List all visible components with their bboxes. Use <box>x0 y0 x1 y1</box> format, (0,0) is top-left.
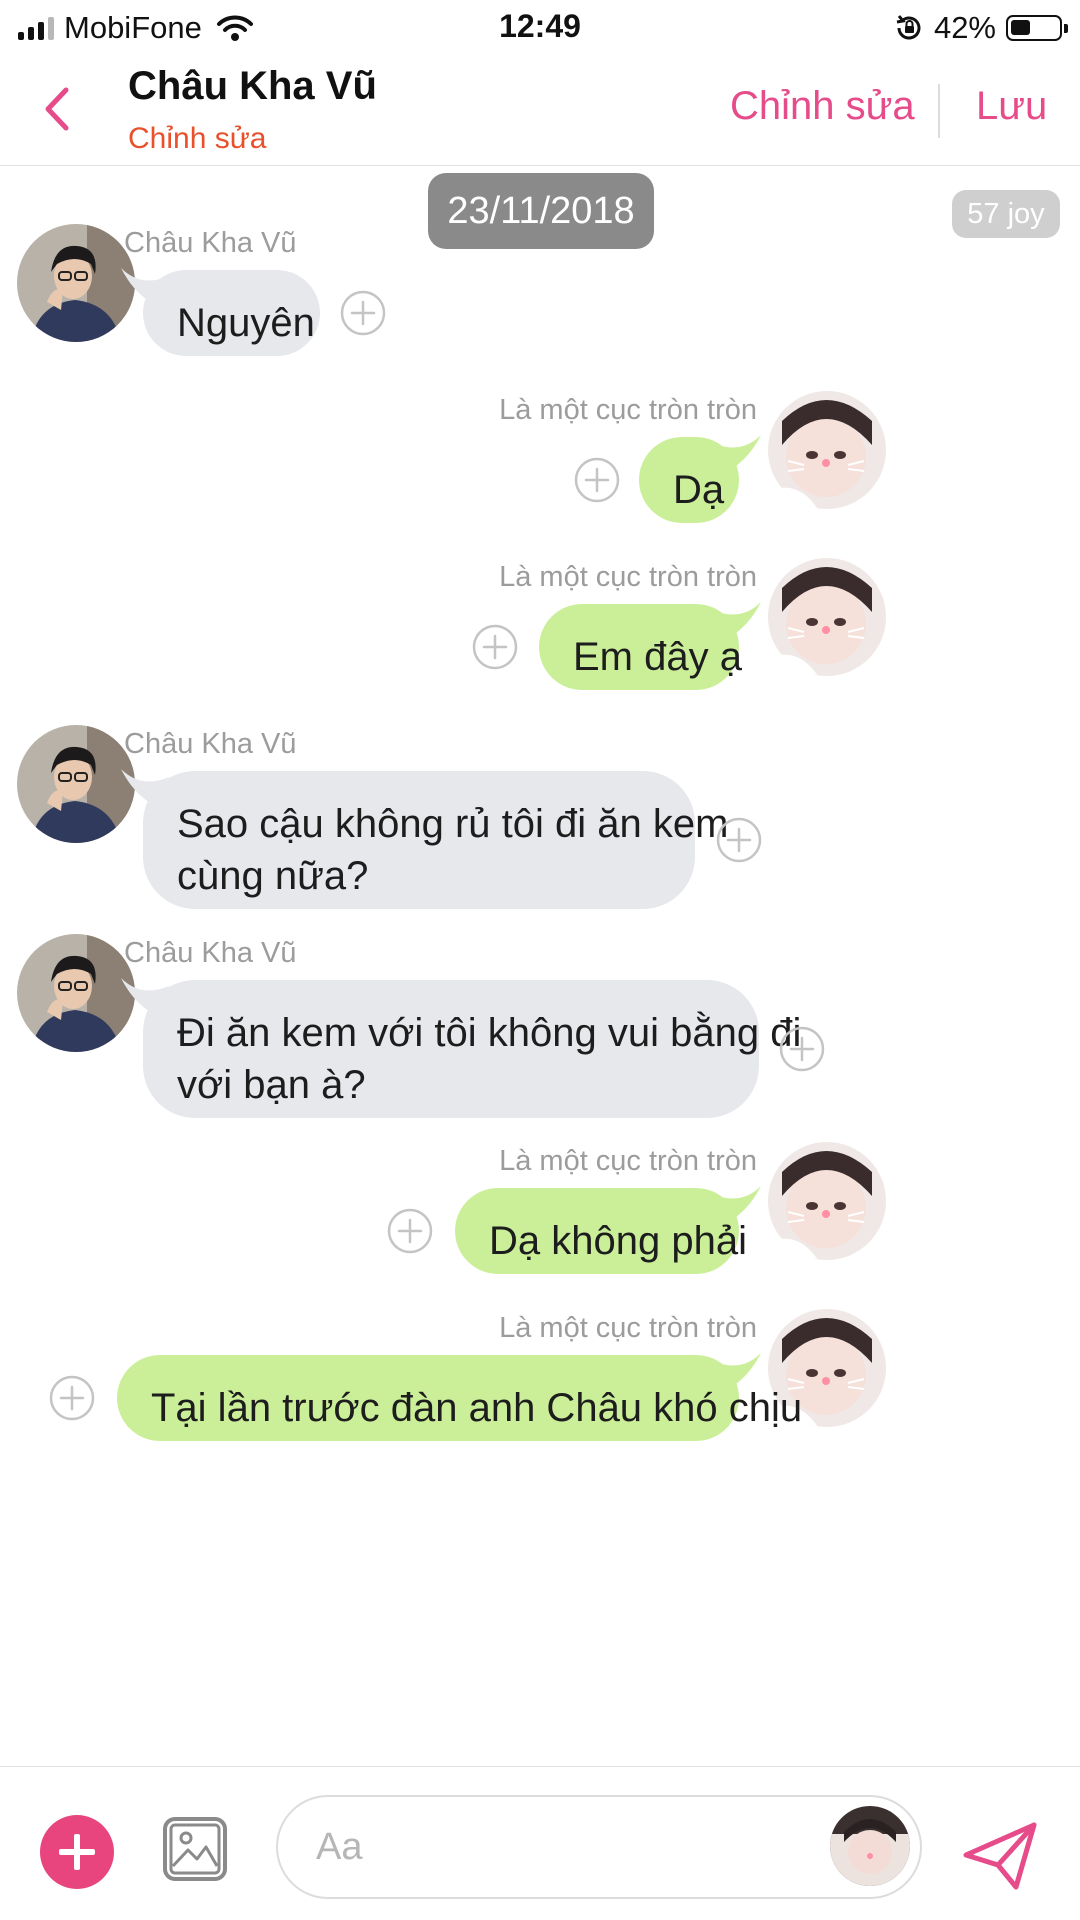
message-text: Em đây ạ <box>573 635 742 679</box>
contact-name: Châu Kha Vũ <box>128 64 377 108</box>
rotation-lock-icon <box>896 15 921 40</box>
message-bubble[interactable]: Em đây ạ <box>539 604 742 690</box>
add-reaction-icon[interactable] <box>774 1021 830 1077</box>
add-reaction-icon[interactable] <box>467 619 523 675</box>
sender-avatar[interactable] <box>17 725 135 843</box>
add-reaction-icon[interactable] <box>569 452 625 508</box>
status-bar: MobiFone 12:49 42% <box>0 0 1080 56</box>
battery-level <box>1011 20 1031 35</box>
message-text: Tại lần trước đàn anh Châu khó chịu <box>151 1386 803 1430</box>
battery-icon <box>1006 15 1068 41</box>
back-chevron-icon[interactable] <box>38 84 78 134</box>
add-reaction-icon[interactable] <box>711 812 767 868</box>
message-text: Nguyên <box>177 301 315 345</box>
battery-percent: 42% <box>933 10 996 45</box>
add-reaction-icon[interactable] <box>44 1370 100 1426</box>
sender-avatar[interactable] <box>768 1142 886 1260</box>
add-attachment-button[interactable] <box>40 1815 114 1889</box>
message-list[interactable]: 23/11/2018 57 joy Châu Kha Vũ Nguyên Là mộ… <box>0 166 1080 1766</box>
send-icon[interactable] <box>962 1821 1038 1891</box>
persona-avatar[interactable] <box>830 1806 910 1886</box>
sender-avatar[interactable] <box>17 224 135 342</box>
message-text: Dạ <box>673 468 725 512</box>
sender-avatar[interactable] <box>768 558 886 676</box>
contact-subtitle[interactable]: Chỉnh sửa <box>128 122 267 156</box>
sender-name: Là một cục tròn tròn <box>499 561 757 593</box>
message-text: Đi ăn kem với tôi không vui bằng đi <box>177 1011 802 1055</box>
message-bubble[interactable]: Đi ăn kem với tôi không vui bằng đi với b… <box>143 980 802 1118</box>
message-text: với bạn à? <box>177 1063 366 1107</box>
composer-bar <box>0 1766 1080 1920</box>
image-icon[interactable] <box>162 1816 228 1882</box>
date-separator: 23/11/2018 <box>428 173 654 249</box>
message-input[interactable] <box>316 1819 776 1875</box>
message-text: Sao cậu không rủ tôi đi ăn kem <box>177 802 729 846</box>
sender-name: Châu Kha Vũ <box>124 937 297 969</box>
edit-button[interactable]: Chỉnh sửa <box>730 84 915 129</box>
sender-name: Là một cục tròn tròn <box>499 394 757 426</box>
joy-badge: 57 joy <box>952 190 1060 238</box>
add-reaction-icon[interactable] <box>335 285 391 341</box>
message-bubble[interactable]: Dạ <box>639 437 739 523</box>
chat-screen: MobiFone 12:49 42% Châu Kha Vũ Chỉnh sửa… <box>0 0 1080 1920</box>
message-bubble[interactable]: Nguyên <box>143 270 320 356</box>
message-bubble[interactable]: Sao cậu không rủ tôi đi ăn kem cùng nữa? <box>143 771 729 909</box>
sender-name: Châu Kha Vũ <box>124 227 297 259</box>
message-input-wrapper <box>276 1795 922 1899</box>
message-bubble[interactable]: Dạ không phải <box>455 1188 747 1274</box>
sender-name: Là một cục tròn tròn <box>499 1312 757 1344</box>
status-right: 42% <box>894 10 1068 46</box>
message-text: cùng nữa? <box>177 854 369 898</box>
sender-name: Châu Kha Vũ <box>124 728 297 760</box>
chat-header: Châu Kha Vũ Chỉnh sửa Chỉnh sửa Lưu <box>0 56 1080 166</box>
header-divider <box>938 84 940 138</box>
sender-avatar[interactable] <box>768 391 886 509</box>
save-button[interactable]: Lưu <box>976 84 1047 129</box>
sender-avatar[interactable] <box>17 934 135 1052</box>
message-bubble[interactable]: Tại lần trước đàn anh Châu khó chịu <box>117 1355 803 1441</box>
add-reaction-icon[interactable] <box>382 1203 438 1259</box>
message-text: Dạ không phải <box>489 1219 747 1263</box>
sender-name: Là một cục tròn tròn <box>499 1145 757 1177</box>
